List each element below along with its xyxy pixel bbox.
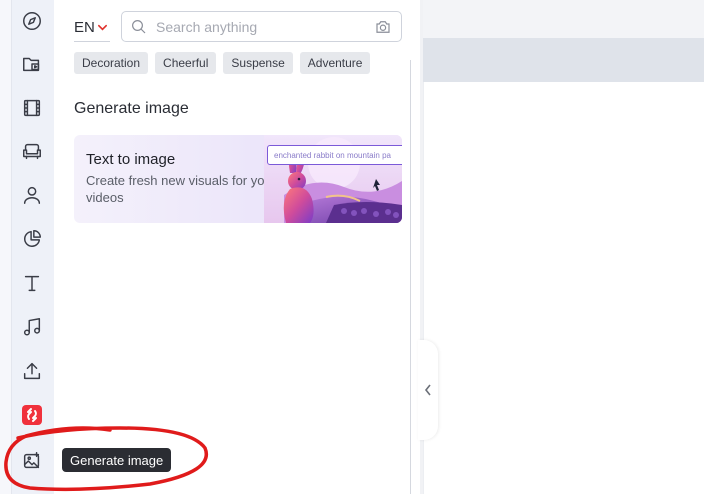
tag-decoration[interactable]: Decoration: [74, 52, 149, 74]
generate-image-icon: [23, 452, 40, 469]
pie-chart-icon: [24, 230, 41, 247]
rail-button-avatars[interactable]: [11, 177, 53, 213]
card-description: Create fresh new visuals for your videos: [86, 173, 277, 205]
card-title: Text to image: [86, 151, 176, 168]
tag-cheerful[interactable]: Cheerful: [155, 52, 217, 74]
upload-icon: [23, 362, 41, 380]
collapse-panel-button[interactable]: [418, 340, 438, 440]
app-window: EN Decoration Cheerful Suspense Adventur…: [0, 0, 704, 494]
tag-list: Decoration Cheerful Suspense Adventure: [74, 52, 371, 74]
sofa-icon: [23, 143, 41, 160]
rail-button-video[interactable]: [11, 90, 53, 126]
workspace-toolbar: [423, 38, 704, 82]
rail-button-discover[interactable]: [11, 3, 53, 39]
rail-button-brand-app[interactable]: [11, 397, 53, 433]
text-to-image-card[interactable]: Text to image Create fresh new visuals f…: [74, 135, 402, 223]
rail-button-text[interactable]: [11, 265, 53, 301]
text-icon: [24, 275, 40, 292]
person-icon: [23, 186, 41, 204]
tool-rail: [0, 0, 54, 494]
workspace-canvas[interactable]: [423, 82, 704, 494]
chevron-down-icon: [97, 24, 107, 31]
search-icon: [132, 19, 146, 33]
search-box[interactable]: [121, 11, 402, 42]
rail-button-generate-image[interactable]: [11, 443, 53, 479]
tag-suspense[interactable]: Suspense: [223, 52, 293, 74]
rail-button-elements[interactable]: [11, 133, 53, 169]
film-icon: [23, 99, 41, 117]
generate-image-tooltip: Generate image: [62, 448, 172, 472]
prompt-example-chip: enchanted rabbit on mountain pa: [267, 145, 402, 165]
language-selector[interactable]: EN: [74, 14, 110, 42]
panel-scrollbar[interactable]: [410, 60, 416, 494]
language-label: EN: [74, 19, 95, 36]
camera-icon[interactable]: [373, 18, 393, 36]
search-input[interactable]: [156, 18, 373, 35]
section-title: Generate image: [74, 100, 189, 117]
rail-button-audio[interactable]: [11, 309, 53, 345]
compass-icon: [23, 12, 41, 30]
generate-panel: EN Decoration Cheerful Suspense Adventur…: [54, 0, 422, 494]
rail-button-media[interactable]: [11, 46, 53, 82]
tag-adventure[interactable]: Adventure: [299, 52, 371, 74]
rail-button-upload[interactable]: [11, 353, 53, 389]
brand-app-icon: [22, 405, 42, 425]
chevron-left-icon: [424, 384, 431, 396]
rail-button-charts[interactable]: [11, 221, 53, 257]
music-note-icon: [23, 318, 41, 336]
folder-media-icon: [23, 57, 40, 72]
workspace-topbar: [423, 0, 704, 38]
